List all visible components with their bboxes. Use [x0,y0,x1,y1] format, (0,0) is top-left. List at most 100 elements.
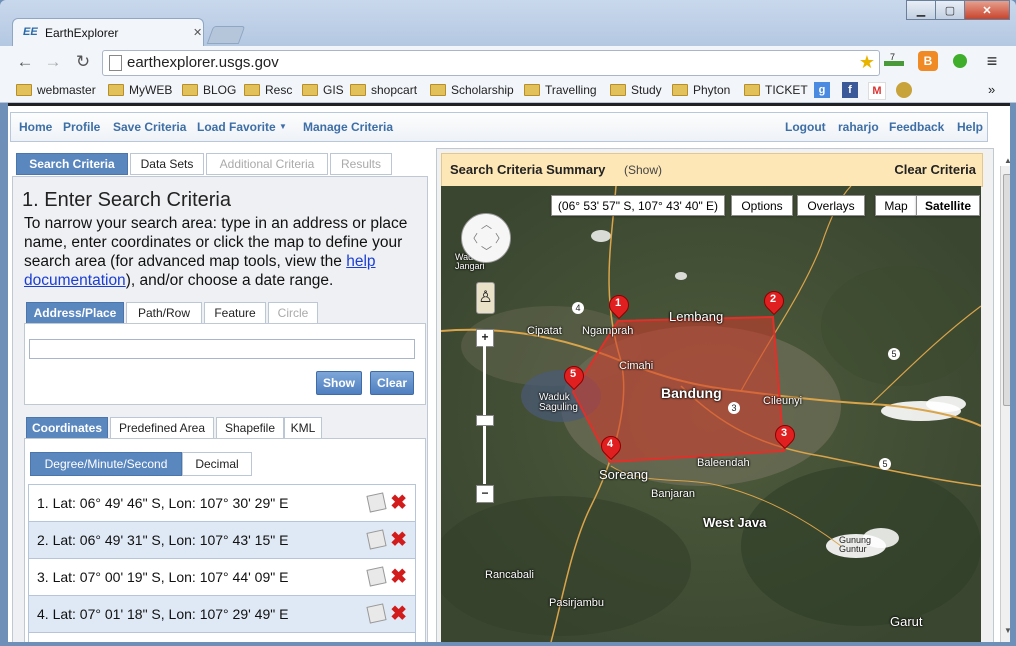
tab-feature[interactable]: Feature [204,302,266,324]
reload-icon[interactable]: ↻ [72,52,94,72]
page-scrollbar[interactable]: ▲ ▼ [1000,156,1010,642]
delete-icon[interactable]: ✖ [390,564,407,589]
tab-close-icon[interactable]: ✕ [193,26,202,39]
map-marker[interactable]: 5 [559,361,589,394]
tab-additional-criteria[interactable]: Additional Criteria [206,153,328,175]
pan-control[interactable]: ︿ ﹀ 〈 〉 [461,213,511,263]
new-tab-button[interactable] [206,26,246,44]
bookmark-resc[interactable]: Resc [244,82,292,98]
tab-decimal[interactable]: Decimal [182,452,252,476]
edit-icon[interactable] [366,492,387,513]
coordinate-row: 3. Lat: 07° 00' 19" S, Lon: 107° 44' 09"… [28,558,416,596]
bookmark-study[interactable]: Study [610,82,662,98]
nav-logout[interactable]: Logout [785,120,826,134]
edit-icon[interactable] [366,529,387,550]
app-navigation: Home Profile Save Criteria ▼Load Favorit… [10,112,988,142]
nav-home[interactable]: Home [19,120,52,134]
summary-show-link[interactable]: (Show) [624,163,662,177]
tab-address-place[interactable]: Address/Place [26,302,124,324]
nav-help[interactable]: Help [957,120,983,134]
url-text: earthexplorer.usgs.gov [127,54,279,71]
pan-right-icon[interactable]: 〉 [495,230,506,246]
tab-degree-minute-second[interactable]: Degree/Minute/Second [30,452,182,476]
road-number-badge: 5 [879,458,891,470]
pan-down-icon[interactable]: ﹀ [481,243,492,259]
map-marker[interactable]: 4 [596,431,626,464]
bookmark-shopcart[interactable]: shopcart [350,82,417,98]
nav-manage-criteria[interactable]: Manage Criteria [303,120,393,134]
nav-save-criteria[interactable]: Save Criteria [113,120,186,134]
gmail-bookmark-icon[interactable]: M [868,82,886,100]
edit-icon[interactable] [366,603,387,624]
tab-results[interactable]: Results [330,153,392,175]
show-button[interactable]: Show [316,371,362,395]
google-bookmark-icon[interactable]: g [814,82,830,98]
delete-icon[interactable]: ✖ [390,601,407,626]
more-bookmarks-icon[interactable]: » [988,82,995,97]
clear-criteria-link[interactable]: Clear Criteria [894,162,976,177]
tab-circle[interactable]: Circle [268,302,318,324]
edit-icon[interactable] [366,566,387,587]
satellite-map[interactable]: Lembang Cipatat Ngamprah Cimahi Bandung … [441,186,981,642]
bookmark-ticket[interactable]: TICKET [744,82,808,98]
coordinate-row: 4. Lat: 07° 01' 18" S, Lon: 107° 29' 49"… [28,595,416,633]
zoom-in-button[interactable]: + [476,329,494,347]
tab-search-criteria[interactable]: Search Criteria [16,153,128,175]
folder-icon [524,84,540,96]
bookmark-travelling[interactable]: Travelling [524,82,597,98]
map-marker[interactable]: 2 [759,286,789,319]
pan-up-icon[interactable]: ︿ [481,216,492,232]
bookmark-star-icon[interactable]: ★ [859,52,875,73]
bookmark-myweb[interactable]: MyWEB [108,82,172,98]
chevron-down-icon[interactable]: ▼ [279,122,287,131]
nav-feedback[interactable]: Feedback [889,120,944,134]
address-input[interactable] [29,339,415,359]
pegman-icon[interactable]: ♙ [476,282,495,314]
bookmark-gis[interactable]: GIS [302,82,344,98]
bookmark-webmaster[interactable]: webmaster [16,82,96,98]
emblem-bookmark-icon[interactable] [896,82,912,98]
nav-username[interactable]: raharjo [838,120,879,134]
browser-tab[interactable]: EE EarthExplorer ✕ [12,18,204,47]
map-marker[interactable]: 3 [770,420,800,453]
place-label: Banjaran [651,488,696,500]
extension-counter-icon[interactable]: 7 [884,51,904,71]
tab-data-sets[interactable]: Data Sets [130,153,204,175]
zoom-out-button[interactable]: − [476,485,494,503]
minimize-button[interactable]: ▁ [906,0,936,20]
clear-button[interactable]: Clear [370,371,414,395]
close-window-button[interactable]: ✕ [964,0,1010,20]
tab-predefined-area[interactable]: Predefined Area [110,417,214,439]
forward-arrow-icon[interactable]: → [42,52,64,72]
place-label: Lembang [669,309,724,324]
map-marker[interactable]: 1 [604,290,634,323]
chrome-menu-icon[interactable]: ≡ [982,51,1002,71]
scroll-up-icon[interactable]: ▲ [1004,156,1010,165]
tab-path-row[interactable]: Path/Row [126,302,202,324]
satellite-type-button[interactable]: Satellite [916,195,980,216]
tab-shapefile[interactable]: Shapefile [216,417,284,439]
evernote-extension-icon[interactable] [950,51,970,71]
tab-coordinates[interactable]: Coordinates [26,417,108,439]
overlays-button[interactable]: Overlays [797,195,865,216]
tab-kml[interactable]: KML [284,417,322,439]
options-button[interactable]: Options [731,195,793,216]
pan-left-icon[interactable]: 〈 [467,230,478,246]
nav-profile[interactable]: Profile [63,120,100,134]
scrollbar-thumb[interactable] [1003,174,1010,406]
facebook-bookmark-icon[interactable]: f [842,82,858,98]
bookmark-blog[interactable]: BLOG [182,82,236,98]
zoom-slider-handle[interactable] [476,415,494,426]
maximize-button[interactable]: ▢ [935,0,965,20]
bookmark-phyton[interactable]: Phyton [672,82,730,98]
address-bar[interactable]: earthexplorer.usgs.gov ★ [102,50,880,76]
blogger-extension-icon[interactable]: B [918,51,938,71]
scroll-down-icon[interactable]: ▼ [1004,626,1010,635]
delete-icon[interactable]: ✖ [390,527,407,552]
back-arrow-icon[interactable]: ← [14,52,36,72]
map-type-button[interactable]: Map [875,195,917,216]
bookmark-scholarship[interactable]: Scholarship [430,82,514,98]
nav-load-favorite[interactable]: ▼Load Favorite [197,120,276,134]
delete-icon[interactable]: ✖ [390,490,407,515]
place-label: Bandung [661,385,722,401]
